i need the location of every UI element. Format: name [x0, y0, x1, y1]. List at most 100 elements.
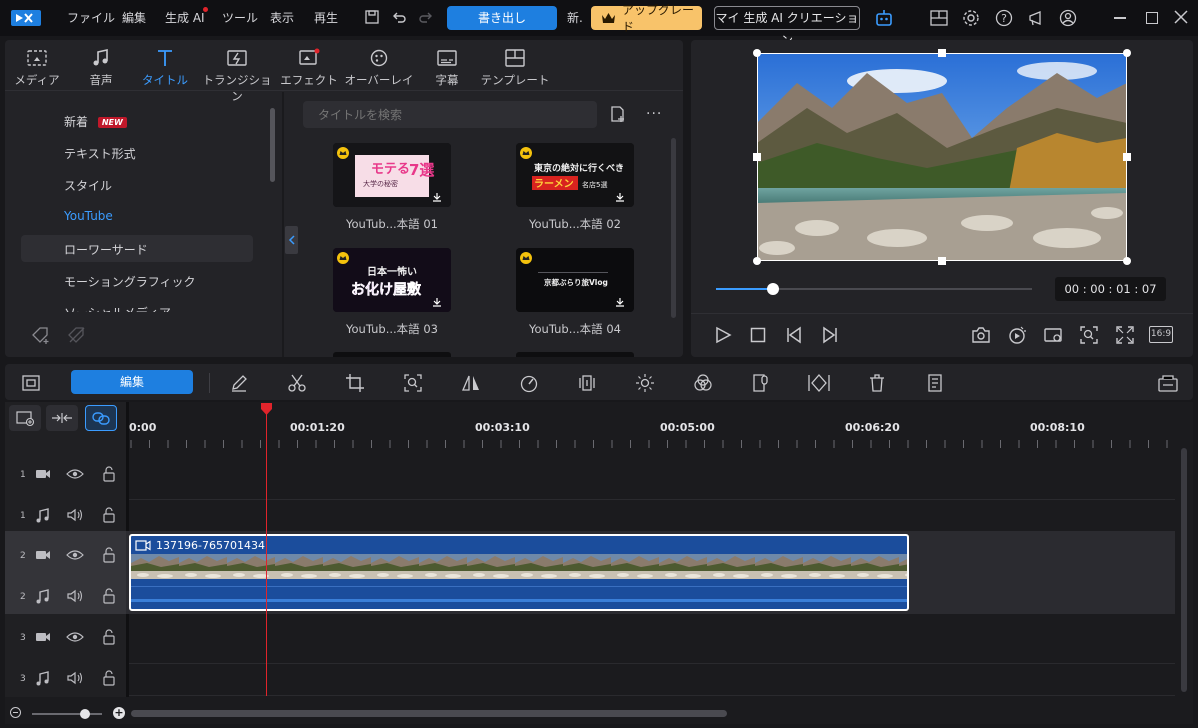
next-frame-icon[interactable]	[821, 326, 839, 344]
timeline-horizontal-scrollbar[interactable]	[131, 710, 727, 717]
zoom-out-icon[interactable]	[10, 707, 21, 718]
lock-icon[interactable]	[102, 466, 116, 482]
tab-effect[interactable]: エフェクト	[277, 47, 341, 88]
tab-media[interactable]: メディア	[5, 47, 69, 88]
save-icon[interactable]	[364, 9, 380, 25]
undo-icon[interactable]	[391, 9, 407, 25]
seek-handle[interactable]	[766, 283, 779, 295]
toolbar-customize-icon[interactable]	[1156, 372, 1180, 394]
edit-file-icon[interactable]	[923, 372, 947, 394]
resize-handle-br[interactable]	[1123, 257, 1131, 265]
color-adjust-icon[interactable]	[691, 372, 715, 394]
category-social-media[interactable]: ソーシャルメディア	[64, 304, 171, 312]
menu-view[interactable]: 表示	[270, 9, 294, 26]
export-button[interactable]: 書き出し	[447, 6, 557, 30]
volume-speaker-icon[interactable]	[66, 589, 84, 603]
announcement-icon[interactable]	[1027, 9, 1045, 27]
category-text-style[interactable]: テキスト形式	[64, 145, 136, 162]
category-style[interactable]: スタイル	[64, 177, 112, 194]
tab-subtitle[interactable]: 字幕	[415, 47, 479, 88]
my-ai-creation-button[interactable]: マイ 生成 AI クリエーション	[714, 6, 860, 47]
tab-template[interactable]: テンプレート	[479, 47, 551, 88]
delete-trash-icon[interactable]	[865, 372, 889, 394]
brightness-icon[interactable]	[633, 372, 657, 394]
collapse-panel-button[interactable]	[285, 226, 298, 254]
visibility-eye-icon[interactable]	[66, 630, 84, 644]
scissors-split-icon[interactable]	[285, 372, 309, 394]
add-tag-icon[interactable]	[30, 325, 52, 345]
render-preview-icon[interactable]	[1007, 325, 1027, 345]
template-thumb-02[interactable]: 東京の絶対に行くべき ラーメン 名店5選	[516, 143, 634, 207]
upgrade-button[interactable]: アップグレード	[591, 3, 702, 34]
category-motion-graphic[interactable]: モーショングラフィック	[64, 273, 196, 290]
zoom-in-icon[interactable]: +	[113, 707, 125, 719]
resize-handle-top[interactable]	[938, 49, 946, 57]
remove-tag-icon[interactable]	[66, 325, 88, 345]
lock-icon[interactable]	[102, 547, 116, 563]
storyboard-toggle-icon[interactable]	[19, 372, 43, 394]
zoom-tool-icon[interactable]	[401, 372, 425, 394]
template-thumb-01[interactable]: モテる 7選 大学の秘密	[333, 143, 451, 207]
timeline-vertical-scrollbar[interactable]	[1181, 448, 1187, 692]
preview-settings-icon[interactable]	[1043, 325, 1063, 345]
aspect-ratio-button[interactable]: 16:9	[1149, 326, 1173, 343]
menu-edit[interactable]: 編集	[122, 9, 146, 26]
template-thumb-03[interactable]: 日本一怖い お化け屋敷	[333, 248, 451, 312]
crop-icon[interactable]	[343, 372, 367, 394]
template-scrollbar[interactable]	[671, 138, 676, 318]
volume-speaker-icon[interactable]	[66, 508, 84, 522]
lock-icon[interactable]	[102, 670, 116, 686]
minimize-icon[interactable]	[1114, 17, 1126, 19]
menu-tools[interactable]: ツール	[222, 9, 258, 26]
new-button[interactable]: 新.	[567, 9, 583, 26]
menu-gen-ai[interactable]: 生成 AI	[165, 9, 205, 26]
pen-edit-icon[interactable]	[227, 372, 251, 394]
template-thumb-04[interactable]: 京都ぶらり旅Vlog	[516, 248, 634, 312]
resize-handle-bottom[interactable]	[938, 257, 946, 265]
edit-mode-button[interactable]: 編集	[71, 370, 193, 394]
tab-overlay[interactable]: オーバーレイ	[343, 47, 415, 88]
resize-handle-tr[interactable]	[1123, 49, 1131, 57]
settings-gear-icon[interactable]	[962, 9, 980, 27]
menu-file[interactable]: ファイル	[67, 9, 115, 26]
time-ruler[interactable]	[129, 402, 1175, 450]
keyframe-icon[interactable]	[807, 372, 831, 394]
flip-icon[interactable]	[459, 372, 483, 394]
voice-over-icon[interactable]	[749, 372, 773, 394]
help-icon[interactable]: ?	[995, 9, 1013, 27]
visibility-eye-icon[interactable]	[66, 548, 84, 562]
layout-icon[interactable]	[930, 10, 948, 26]
play-icon[interactable]	[714, 326, 732, 344]
fit-timeline-button[interactable]	[46, 405, 78, 431]
close-icon[interactable]	[1174, 10, 1188, 24]
title-search-input[interactable]	[303, 101, 597, 128]
resize-handle-left[interactable]	[753, 153, 761, 161]
resize-handle-right[interactable]	[1123, 153, 1131, 161]
category-new[interactable]: 新着 NEW	[64, 113, 127, 130]
visibility-eye-icon[interactable]	[66, 467, 84, 481]
category-youtube[interactable]: YouTube	[64, 209, 113, 223]
ai-robot-icon[interactable]	[874, 8, 894, 28]
add-track-button[interactable]	[9, 405, 41, 431]
freeze-frame-icon[interactable]	[575, 372, 599, 394]
resize-handle-bl[interactable]	[753, 257, 761, 265]
category-scrollbar[interactable]	[270, 108, 275, 182]
redo-icon[interactable]	[418, 9, 434, 25]
previous-frame-icon[interactable]	[785, 326, 803, 344]
zoom-preview-icon[interactable]	[1079, 325, 1099, 345]
lock-icon[interactable]	[102, 629, 116, 645]
new-file-icon[interactable]	[609, 105, 627, 123]
magnet-snap-button[interactable]	[85, 405, 117, 431]
playhead-handle[interactable]	[260, 402, 273, 416]
lock-icon[interactable]	[102, 507, 116, 523]
zoom-slider-handle[interactable]	[80, 709, 90, 719]
volume-speaker-icon[interactable]	[66, 671, 84, 685]
more-options-icon[interactable]: ···	[646, 106, 662, 122]
zoom-slider-track[interactable]	[32, 713, 102, 715]
tab-audio[interactable]: 音声	[69, 47, 133, 88]
speed-gauge-icon[interactable]	[517, 372, 541, 394]
tab-title[interactable]: タイトル	[133, 47, 197, 88]
stop-icon[interactable]	[750, 327, 766, 343]
menu-play[interactable]: 再生	[314, 9, 338, 26]
resize-handle-tl[interactable]	[753, 49, 761, 57]
